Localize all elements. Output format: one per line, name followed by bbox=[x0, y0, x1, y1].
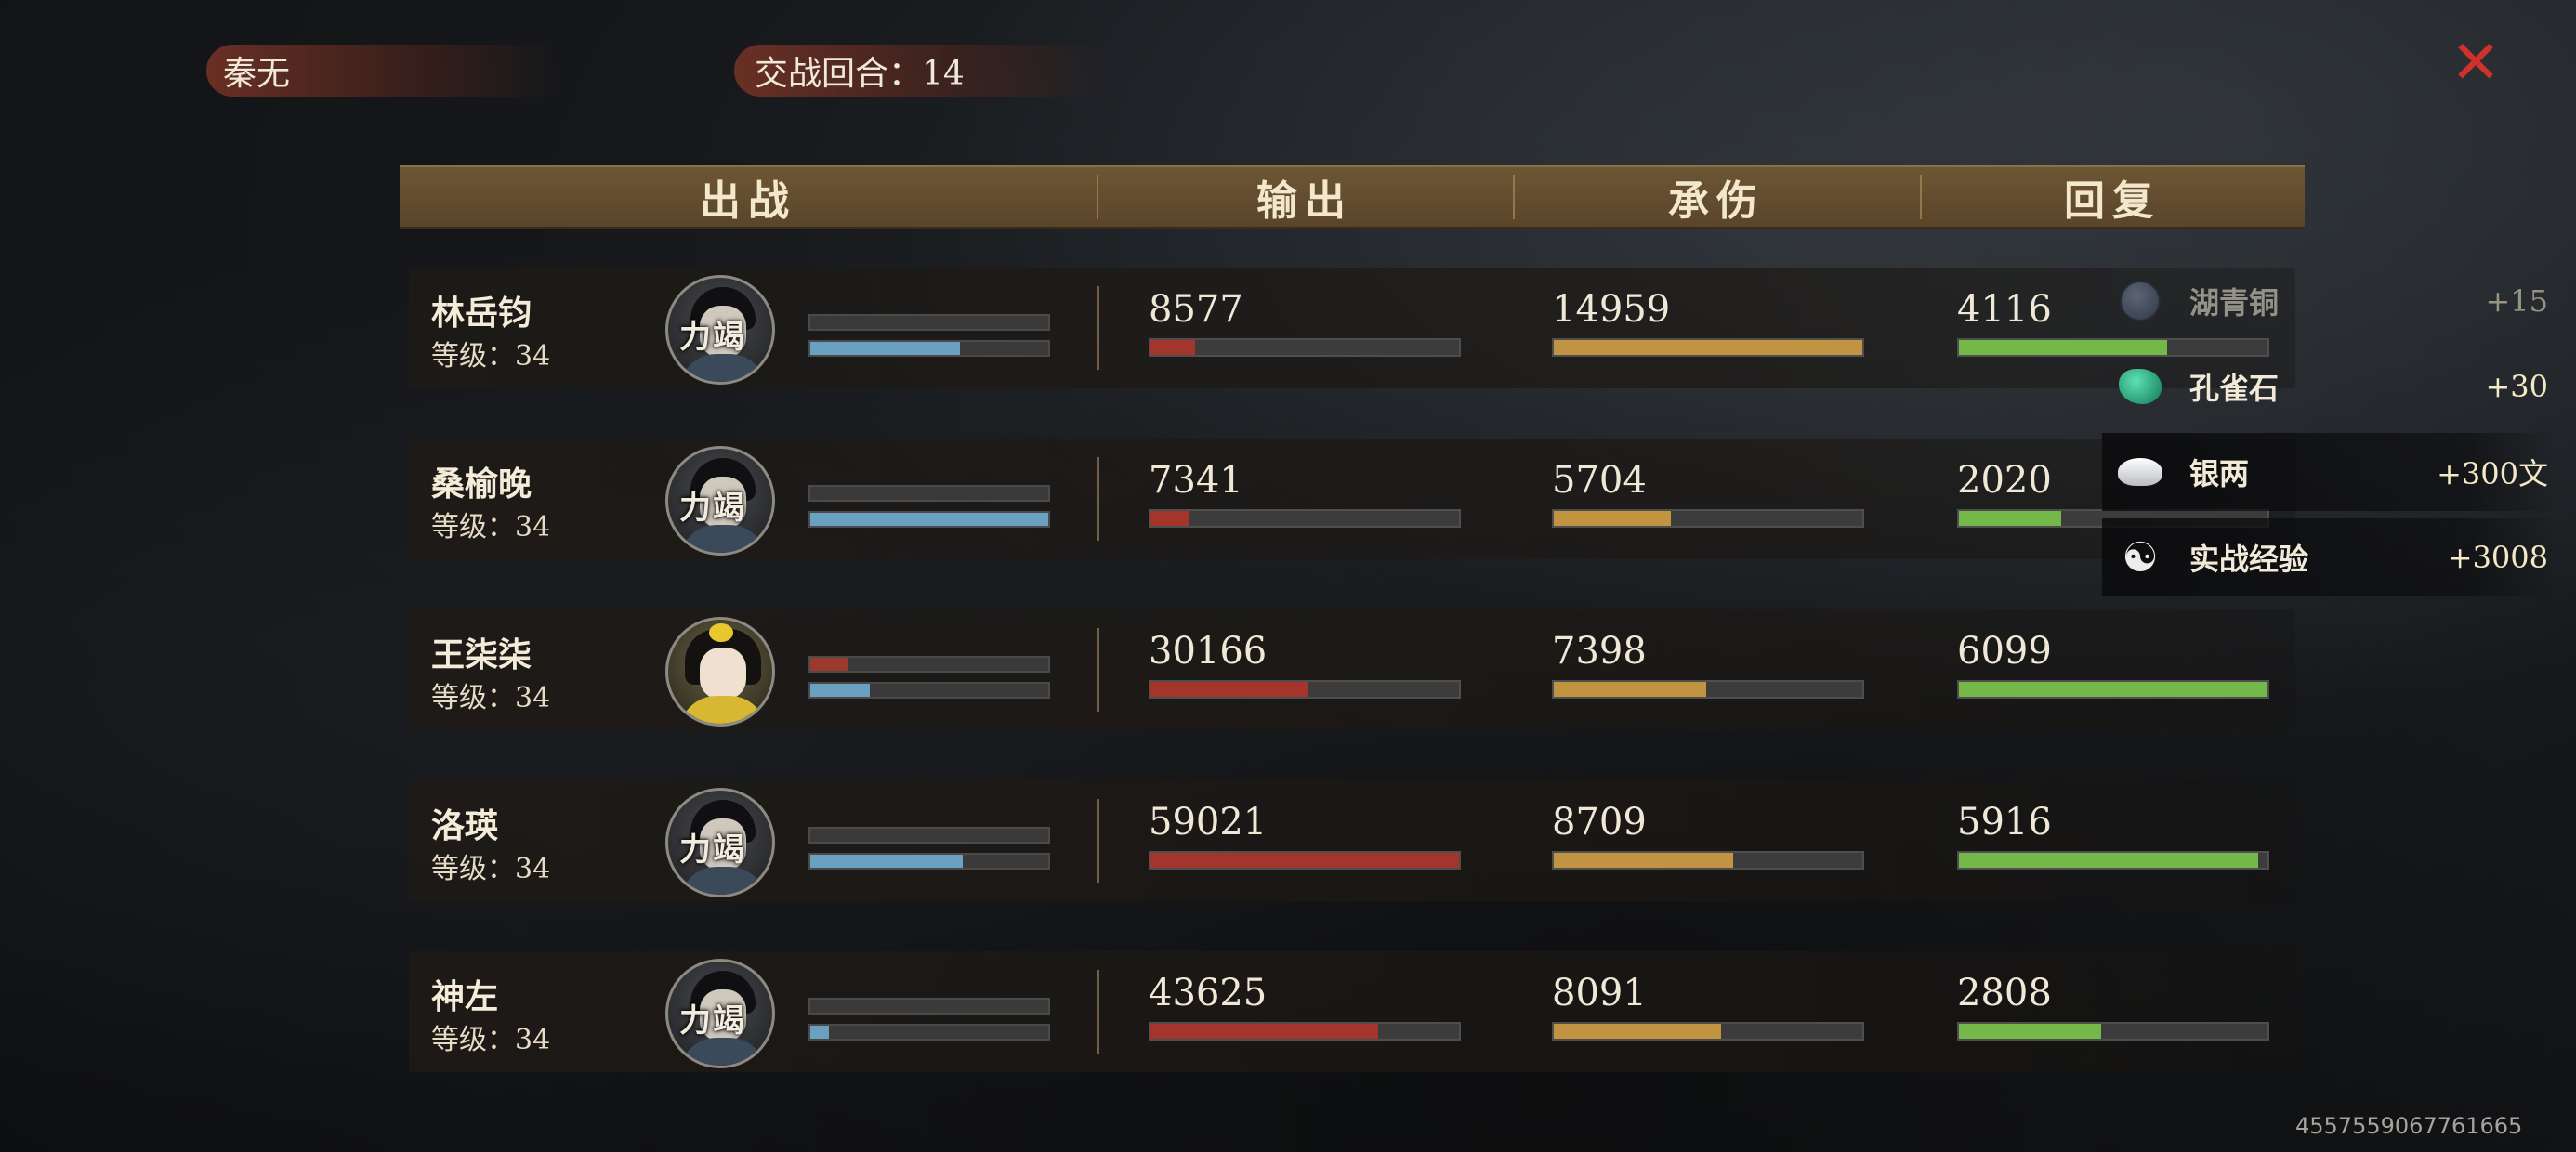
healing-value: 2808 bbox=[1957, 972, 2052, 1015]
output-bar bbox=[1149, 338, 1461, 357]
reward-item: 湖青铜 +15 bbox=[2102, 262, 2557, 340]
character-name: 洛瑛 bbox=[431, 806, 499, 845]
damage-taken-value: 8091 bbox=[1552, 972, 1647, 1015]
player-name: 秦无 bbox=[223, 55, 291, 93]
reward-item: ☯ 实战经验 +3008 bbox=[2102, 518, 2557, 596]
mana-bar bbox=[808, 1024, 1050, 1041]
character-name: 林岳钧 bbox=[431, 294, 532, 333]
rage-bar bbox=[808, 998, 1050, 1015]
reward-amount: +15 bbox=[2485, 283, 2548, 319]
output-value: 8577 bbox=[1149, 288, 1243, 331]
mana-bar bbox=[808, 340, 1050, 357]
character-row[interactable]: 林岳钧 等级：34 力竭 8577 14959 4116 bbox=[409, 268, 2295, 388]
character-level: 等级：34 bbox=[431, 682, 551, 714]
rage-bar bbox=[808, 485, 1050, 502]
character-row[interactable]: 洛瑛 等级：34 力竭 59021 8709 5916 bbox=[409, 780, 2295, 901]
bronze-icon bbox=[2113, 274, 2167, 328]
row-divider bbox=[1097, 286, 1099, 370]
output-value: 30166 bbox=[1149, 630, 1268, 673]
close-icon: ✕ bbox=[2451, 29, 2501, 98]
healing-value: 4116 bbox=[1957, 288, 2052, 331]
healing-value: 6099 bbox=[1957, 630, 2052, 673]
character-row[interactable]: 神左 等级：34 力竭 43625 8091 2808 bbox=[409, 951, 2295, 1072]
reward-label: 银两 bbox=[2189, 456, 2250, 491]
output-bar bbox=[1149, 509, 1461, 528]
header-divider bbox=[1097, 175, 1098, 219]
battle-rounds: 交战回合：14 bbox=[755, 55, 965, 93]
character-row[interactable]: 桑榆晚 等级：34 力竭 7341 5704 2020 bbox=[409, 439, 2295, 559]
rage-bar bbox=[808, 827, 1050, 844]
mana-bar bbox=[808, 853, 1050, 870]
character-level: 等级：34 bbox=[431, 1024, 551, 1056]
character-avatar: 力竭 bbox=[665, 446, 775, 556]
stats-header: 出战 输出 承伤 回复 bbox=[400, 165, 2305, 229]
close-button[interactable]: ✕ bbox=[2448, 33, 2504, 93]
row-divider bbox=[1097, 970, 1099, 1054]
character-name: 桑榆晚 bbox=[431, 465, 532, 504]
reward-list: 湖青铜 +15 孔雀石 +30 银两 +300文 ☯ 实战经验 +3008 bbox=[2102, 262, 2557, 604]
character-name: 王柒柒 bbox=[431, 635, 532, 674]
healing-bar bbox=[1957, 1022, 2269, 1041]
header-deploy: 出战 bbox=[700, 177, 796, 225]
character-row[interactable]: 王柒柒 等级：34 30166 7398 6099 bbox=[409, 609, 2295, 730]
row-divider bbox=[1097, 457, 1099, 541]
reward-label: 孔雀石 bbox=[2189, 371, 2280, 406]
output-value: 43625 bbox=[1149, 972, 1268, 1015]
damage-taken-bar bbox=[1552, 1022, 1864, 1041]
row-divider bbox=[1097, 799, 1099, 883]
character-avatar: 力竭 bbox=[665, 788, 775, 897]
reward-amount: +30 bbox=[2485, 369, 2548, 404]
header-divider bbox=[1513, 175, 1515, 219]
player-name-tag: 秦无 bbox=[206, 45, 558, 97]
reward-item: 孔雀石 +30 bbox=[2102, 347, 2557, 425]
battle-rounds-tag: 交战回合：14 bbox=[734, 45, 1108, 97]
reward-amount: +3008 bbox=[2447, 540, 2548, 575]
experience-icon: ☯ bbox=[2122, 533, 2159, 582]
character-level: 等级：34 bbox=[431, 853, 551, 885]
damage-taken-bar bbox=[1552, 680, 1864, 699]
header-output: 输出 bbox=[1256, 177, 1353, 225]
output-value: 59021 bbox=[1149, 801, 1268, 844]
header-damage-taken: 承伤 bbox=[1668, 177, 1765, 225]
damage-taken-value: 5704 bbox=[1552, 459, 1647, 502]
damage-taken-bar bbox=[1552, 851, 1864, 870]
reward-item: 银两 +300文 bbox=[2102, 433, 2557, 511]
rage-bar bbox=[808, 656, 1050, 673]
exhausted-mark: 力竭 bbox=[679, 319, 746, 356]
user-id: 4557559067761665 bbox=[2295, 1113, 2523, 1139]
healing-value: 5916 bbox=[1957, 801, 2052, 844]
mana-bar bbox=[808, 511, 1050, 528]
mana-bar bbox=[808, 682, 1050, 699]
character-level: 等级：34 bbox=[431, 511, 551, 543]
jade-icon bbox=[2113, 360, 2167, 413]
damage-taken-value: 7398 bbox=[1552, 630, 1647, 673]
exhausted-mark: 力竭 bbox=[679, 1002, 746, 1040]
damage-taken-value: 8709 bbox=[1552, 801, 1647, 844]
character-avatar bbox=[665, 617, 775, 727]
output-bar bbox=[1149, 680, 1461, 699]
rage-bar bbox=[808, 314, 1050, 331]
character-level: 等级：34 bbox=[431, 340, 551, 373]
reward-label: 实战经验 bbox=[2189, 542, 2309, 577]
damage-taken-bar bbox=[1552, 338, 1864, 357]
reward-label: 湖青铜 bbox=[2189, 285, 2280, 321]
healing-bar bbox=[1957, 680, 2269, 699]
healing-value: 2020 bbox=[1957, 459, 2052, 502]
silver-ingot-icon bbox=[2113, 445, 2167, 499]
exhausted-mark: 力竭 bbox=[679, 490, 746, 527]
row-divider bbox=[1097, 628, 1099, 712]
header-divider bbox=[1920, 175, 1922, 219]
damage-taken-value: 14959 bbox=[1552, 288, 1671, 331]
output-bar bbox=[1149, 1022, 1461, 1041]
healing-bar bbox=[1957, 851, 2269, 870]
reward-amount: +300文 bbox=[2437, 456, 2548, 491]
damage-taken-bar bbox=[1552, 509, 1864, 528]
exhausted-mark: 力竭 bbox=[679, 831, 746, 869]
character-avatar: 力竭 bbox=[665, 275, 775, 385]
header-healing: 回复 bbox=[2064, 177, 2161, 225]
output-value: 7341 bbox=[1149, 459, 1243, 502]
output-bar bbox=[1149, 851, 1461, 870]
character-name: 神左 bbox=[431, 977, 499, 1016]
character-avatar: 力竭 bbox=[665, 959, 775, 1068]
